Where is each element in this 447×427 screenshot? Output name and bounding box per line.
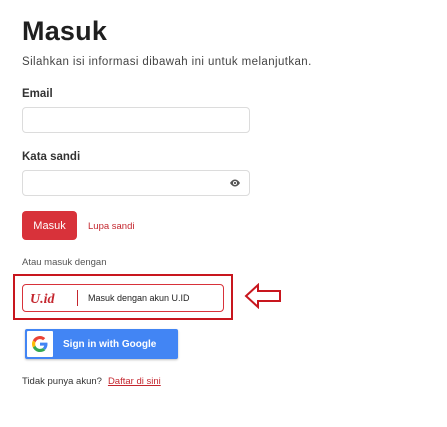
signup-prompt: Tidak punya akun? Daftar di sini xyxy=(22,376,161,387)
forgot-password-link[interactable]: Lupa sandi xyxy=(88,221,134,232)
uid-login-button[interactable]: U.id Masuk dengan akun U.ID xyxy=(22,284,224,312)
eye-icon[interactable] xyxy=(229,178,241,188)
left-arrow-icon xyxy=(244,283,281,309)
google-icon xyxy=(32,336,48,352)
alt-login-heading: Atau masuk dengan xyxy=(22,257,107,268)
uid-logo-icon: U.id xyxy=(30,292,56,307)
google-signin-label: Sign in with Google xyxy=(63,338,157,350)
email-field[interactable] xyxy=(22,107,250,133)
login-button[interactable]: Masuk xyxy=(22,211,77,240)
google-signin-button[interactable]: Sign in with Google xyxy=(25,329,178,359)
google-icon-container xyxy=(27,331,53,357)
password-field[interactable] xyxy=(22,170,250,196)
signup-prompt-text: Tidak punya akun? xyxy=(22,376,102,387)
password-label: Kata sandi xyxy=(22,151,81,163)
uid-logo-text: U.id xyxy=(30,292,56,307)
email-label: Email xyxy=(22,88,53,100)
page-subtitle: Silahkan isi informasi dibawah ini untuk… xyxy=(22,56,312,68)
uid-separator xyxy=(77,290,78,306)
signup-link[interactable]: Daftar di sini xyxy=(108,376,161,387)
login-page: Masuk Silahkan isi informasi dibawah ini… xyxy=(0,0,447,427)
page-title: Masuk xyxy=(22,16,108,46)
uid-login-label: Masuk dengan akun U.ID xyxy=(88,293,190,303)
